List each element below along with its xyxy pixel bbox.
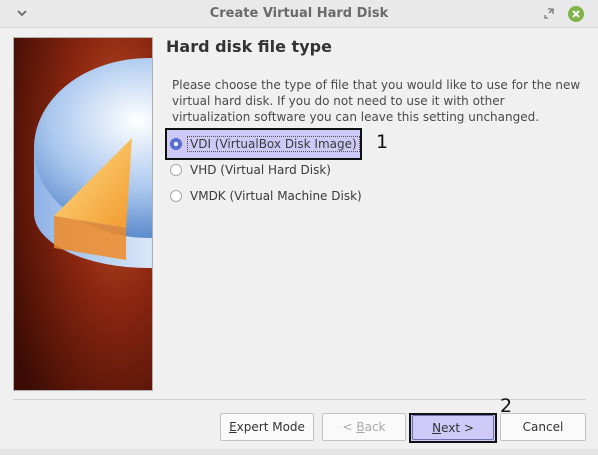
option-vdi[interactable]: VDI (VirtualBox Disk Image) — [170, 134, 360, 154]
next-mnemonic: N — [432, 420, 442, 435]
back-button[interactable]: < Back — [322, 413, 406, 441]
back-rest: ack — [364, 420, 386, 434]
close-icon — [572, 10, 580, 18]
next-button[interactable]: Next > — [412, 415, 494, 440]
wizard-illustration — [13, 37, 153, 391]
back-prefix: < — [342, 420, 357, 434]
radio-vmdk[interactable] — [170, 190, 182, 202]
option-vmdk[interactable]: VMDK (Virtual Machine Disk) — [170, 186, 362, 206]
page-title: Hard disk file type — [166, 37, 332, 56]
title-bar: Create Virtual Hard Disk — [0, 0, 598, 28]
option-vhd-label: VHD (Virtual Hard Disk) — [190, 163, 331, 177]
radio-vdi[interactable] — [170, 138, 182, 150]
option-vdi-label: VDI (VirtualBox Disk Image) — [187, 136, 360, 152]
expert-mode-rest: xpert Mode — [236, 420, 305, 434]
expert-mode-mnemonic: E — [229, 420, 237, 434]
cancel-button[interactable]: Cancel — [500, 413, 586, 441]
cancel-label: Cancel — [522, 420, 564, 434]
restore-icon[interactable] — [542, 7, 556, 21]
background-window-edge — [0, 449, 598, 455]
page-description: Please choose the type of file that you … — [172, 78, 581, 124]
back-mnemonic: B — [356, 420, 365, 434]
next-rest: ext > — [441, 420, 474, 435]
option-vmdk-label: VMDK (Virtual Machine Disk) — [190, 189, 362, 203]
option-vhd[interactable]: VHD (Virtual Hard Disk) — [170, 160, 331, 180]
hard-disk-illustration — [14, 38, 152, 390]
window-title: Create Virtual Hard Disk — [209, 6, 389, 21]
step-1-number: 1 — [376, 131, 389, 153]
expert-mode-button[interactable]: Expert Mode — [220, 413, 314, 441]
close-button[interactable] — [568, 6, 584, 22]
radio-vhd[interactable] — [170, 164, 182, 176]
